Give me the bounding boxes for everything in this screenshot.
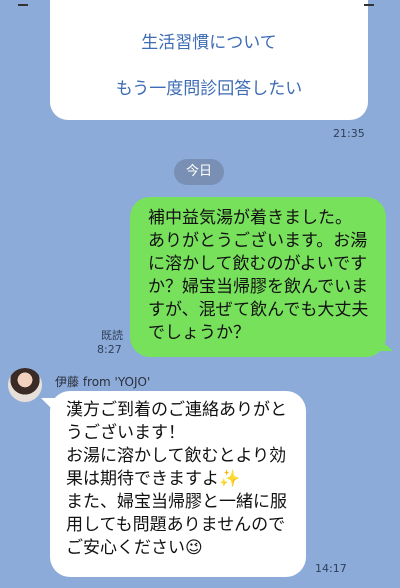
read-label: 既読 bbox=[101, 329, 123, 342]
message-time: 8:27 bbox=[97, 343, 122, 356]
lifestyle-link[interactable]: 生活習慣について bbox=[50, 28, 368, 53]
incoming-message-bubble[interactable]: 漢方ご到着のご連絡ありがとうございます！ お湯に溶かして飲むとより効果は期待でき… bbox=[50, 391, 306, 577]
outgoing-message-bubble[interactable]: 補中益気湯が着きました。 ありがとうございます。お湯に溶かして飲むのがよいですか… bbox=[130, 197, 386, 357]
cut-off-glyph bbox=[18, 4, 28, 6]
message-time: 14:17 bbox=[315, 562, 347, 575]
re-answer-link[interactable]: もう一度問診回答したい bbox=[50, 74, 368, 99]
message-time: 21:35 bbox=[333, 127, 365, 140]
previous-message-card: 生活習慣について もう一度問診回答したい bbox=[18, 0, 374, 120]
message-text: 補中益気湯が着きました。 ありがとうございます。お湯に溶かして飲むのがよいですか… bbox=[148, 208, 369, 343]
avatar[interactable] bbox=[8, 368, 42, 402]
date-separator: 今日 bbox=[174, 159, 224, 185]
sender-name: 伊藤 from 'YOJO' bbox=[55, 375, 151, 389]
cut-off-glyph bbox=[364, 4, 374, 6]
message-text: 漢方ご到着のご連絡ありがとうございます！ お湯に溶かして飲むとより効果は期待でき… bbox=[66, 400, 287, 558]
